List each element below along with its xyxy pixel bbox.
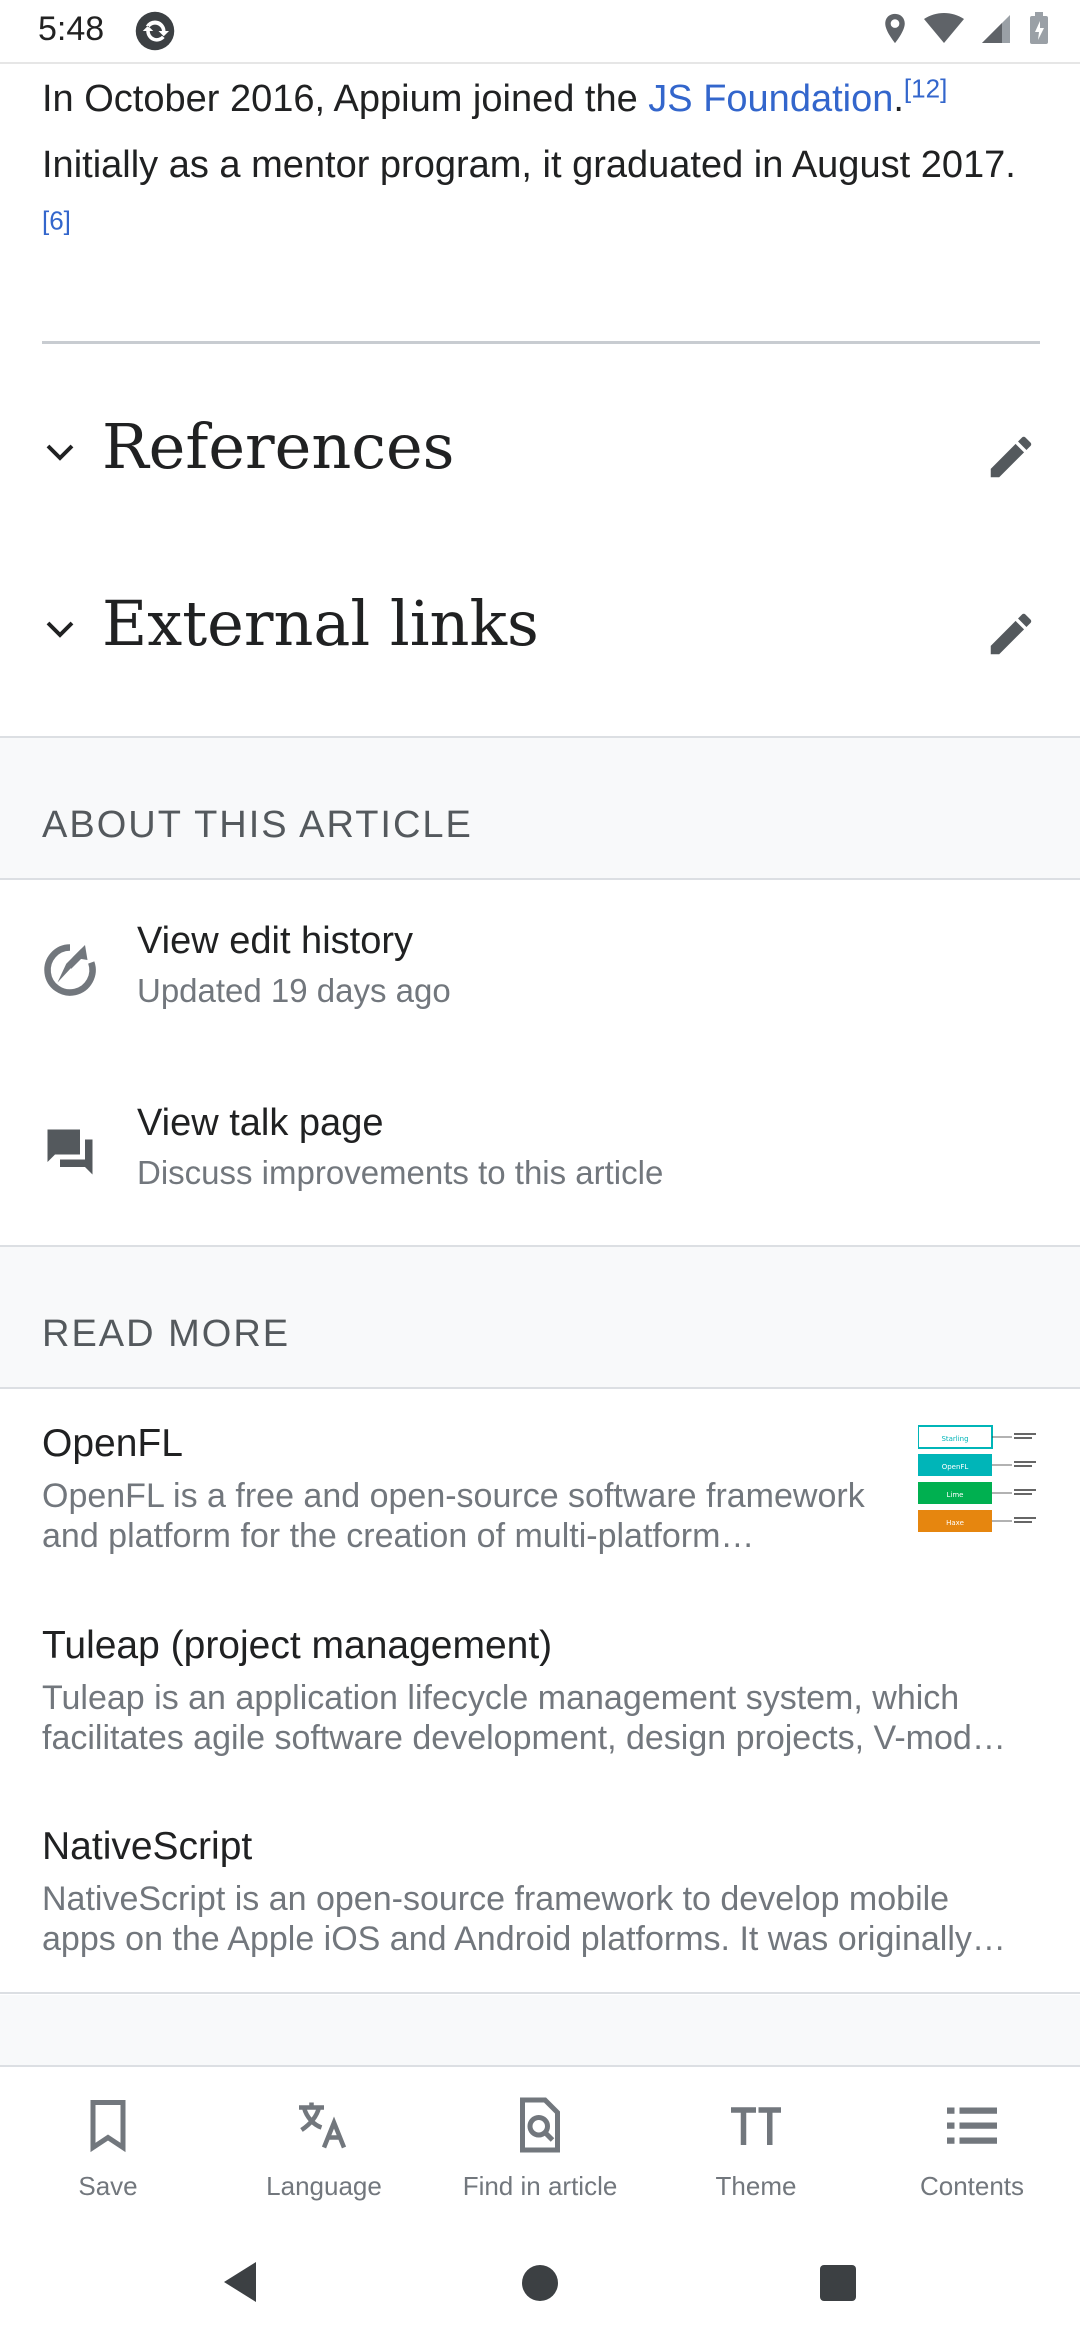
read-more-item-openfl[interactable]: OpenFL OpenFL is a free and open-source …	[42, 1422, 902, 1556]
find-in-article-label: Find in article	[462, 2171, 618, 2201]
translate-icon	[299, 2102, 347, 2149]
footer-spacer	[0, 1995, 1080, 2065]
wifi-icon	[924, 13, 964, 43]
signal-icon	[982, 15, 1010, 43]
read-more-item-nativescript[interactable]: NativeScript NativeScript is an open-sou…	[42, 1825, 1038, 1959]
read-more-label: READ MORE	[42, 1313, 291, 1355]
read-more-item-tuleap[interactable]: Tuleap (project management) Tuleap is an…	[42, 1624, 1038, 1758]
read-more-description-line1: NativeScript is an open-source framework…	[42, 1880, 950, 1918]
reference-12-link[interactable]: [12]	[904, 73, 947, 103]
article-paragraph: In October 2016, Appium joined the JS Fo…	[42, 66, 1042, 264]
text-size-icon	[731, 2107, 781, 2145]
find-in-article-button[interactable]: Find in article	[432, 2067, 648, 2227]
talk-page-title: View talk page	[137, 1102, 384, 1144]
theme-button[interactable]: Theme	[648, 2067, 864, 2227]
read-more-title: OpenFL	[42, 1422, 183, 1465]
edit-pencil-icon[interactable]	[984, 607, 1038, 661]
theme-label: Theme	[715, 2171, 797, 2201]
thumb-label-2: Lime	[947, 1491, 964, 1499]
text-line2: Initially as a mentor program, it gradua…	[42, 144, 1016, 186]
recent-apps-icon[interactable]	[818, 2263, 858, 2303]
bookmark-icon	[90, 2100, 126, 2153]
chevron-down-icon	[46, 444, 74, 461]
read-more-description-line2: facilitates agile software development, …	[42, 1719, 1006, 1757]
system-navigation-bar	[0, 2225, 1080, 2340]
edit-pencil-icon[interactable]	[984, 430, 1038, 484]
read-more-header: READ MORE	[0, 1245, 1080, 1389]
find-in-page-icon	[520, 2097, 560, 2153]
reference-6-link[interactable]: [6]	[42, 205, 71, 235]
read-more-title: Tuleap (project management)	[42, 1624, 553, 1667]
section-external-links[interactable]: External links	[0, 567, 1080, 687]
thumb-label-3: Haxe	[946, 1519, 964, 1527]
sync-icon	[135, 11, 175, 51]
section-references[interactable]: References	[0, 390, 1080, 510]
talk-page-icon	[47, 1129, 93, 1175]
language-button[interactable]: Language	[216, 2067, 432, 2227]
battery-icon	[1030, 12, 1048, 44]
status-icons	[882, 12, 1050, 46]
view-edit-history-item[interactable]: View edit history Updated 19 days ago	[0, 910, 1080, 1080]
language-label: Language	[266, 2171, 382, 2201]
home-icon[interactable]	[520, 2263, 560, 2303]
contents-label: Contents	[919, 2171, 1025, 2201]
thumb-label-0: Starling	[941, 1435, 968, 1443]
save-button[interactable]: Save	[0, 2067, 216, 2227]
edit-history-title: View edit history	[137, 920, 413, 962]
text-line1-post: .	[893, 78, 904, 120]
talk-page-subtitle: Discuss improvements to this article	[137, 1154, 664, 1191]
about-article-header: ABOUT THIS ARTICLE	[0, 736, 1080, 880]
contents-button[interactable]: Contents	[864, 2067, 1080, 2227]
section-title-references: References	[102, 410, 455, 483]
bottom-toolbar: Save Language Find in article Theme Cont…	[0, 2065, 1080, 2227]
read-more-description-line1: OpenFL is a free and open-source softwar…	[42, 1477, 865, 1515]
read-more-description-line2: apps on the Apple iOS and Android platfo…	[42, 1920, 1006, 1958]
edit-history-icon	[44, 944, 96, 996]
text-line1-pre: In October 2016, Appium joined the	[42, 78, 649, 120]
location-icon	[885, 13, 905, 44]
read-more-divider	[0, 1992, 1080, 1994]
chevron-down-icon	[46, 621, 74, 638]
edit-history-subtitle: Updated 19 days ago	[137, 972, 451, 1009]
section-title-external-links: External links	[102, 587, 539, 660]
content-divider	[42, 341, 1040, 344]
read-more-description-line1: Tuleap is an application lifecycle manag…	[42, 1679, 960, 1717]
save-label: Save	[78, 2171, 138, 2201]
status-time: 5:48	[38, 10, 105, 48]
about-article-label: ABOUT THIS ARTICLE	[42, 804, 473, 846]
appbar-divider	[0, 62, 1080, 64]
back-icon[interactable]	[220, 2260, 260, 2304]
js-foundation-link[interactable]: JS Foundation	[648, 78, 893, 120]
list-icon	[947, 2107, 997, 2144]
read-more-title: NativeScript	[42, 1825, 253, 1868]
openfl-thumbnail[interactable]: Starling OpenFL Lime Haxe	[918, 1424, 1040, 1538]
read-more-description-line2: and platform for the creation of multi-p…	[42, 1517, 755, 1555]
status-bar: 5:48	[0, 0, 1080, 62]
thumb-label-1: OpenFL	[942, 1463, 969, 1471]
view-talk-page-item[interactable]: View talk page Discuss improvements to t…	[0, 1092, 1080, 1262]
